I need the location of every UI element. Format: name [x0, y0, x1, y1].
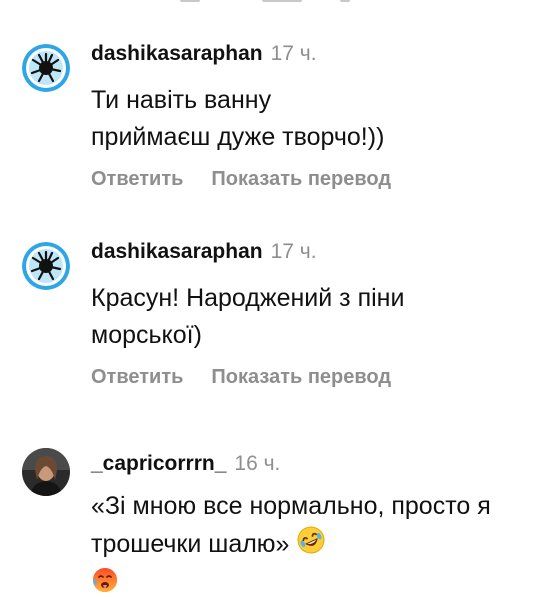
user-photo-avatar-icon	[22, 448, 70, 496]
comment-text: «Зі мною все нормально, просто я трошечк…	[91, 488, 531, 605]
avatar[interactable]	[22, 448, 70, 496]
comment-username[interactable]: dashikasaraphan 17 ч.	[91, 42, 317, 66]
hot-face-emoji-icon	[91, 566, 119, 605]
comment-actions: Ответить Показать перевод	[91, 168, 391, 191]
username-text[interactable]: dashikasaraphan	[91, 240, 263, 263]
comment-time: 17 ч.	[270, 240, 317, 263]
spiky-ball-avatar-icon	[22, 44, 70, 92]
rolling-on-floor-laughing-emoji-icon	[296, 525, 326, 566]
clipped-previous-content	[0, 0, 559, 8]
reply-button[interactable]: Ответить	[91, 168, 183, 190]
comment-text-content: «Зі мною все нормально, просто я трошечк…	[91, 492, 491, 559]
comment-text: Красун! Народжений з піни морської)	[91, 284, 405, 349]
username-text[interactable]: dashikasaraphan	[91, 42, 263, 65]
show-translation-button[interactable]: Показать перевод	[211, 366, 391, 388]
comment-time: 17 ч.	[270, 42, 317, 65]
comment-username[interactable]: _capricorrrn_ 16 ч.	[91, 452, 280, 476]
reply-button[interactable]: Ответить	[91, 366, 183, 388]
spiky-ball-avatar-icon	[22, 242, 70, 290]
username-text[interactable]: _capricorrrn_	[91, 452, 226, 475]
comment-actions: Ответить Показать перевод	[91, 366, 391, 389]
comment-time: 16 ч.	[234, 452, 281, 475]
avatar[interactable]	[22, 44, 70, 92]
comment-text: Ти навіть ванну приймаєш дуже творчо!))	[91, 86, 385, 151]
comment-username[interactable]: dashikasaraphan 17 ч.	[91, 240, 317, 264]
avatar[interactable]	[22, 242, 70, 290]
show-translation-button[interactable]: Показать перевод	[211, 168, 391, 190]
